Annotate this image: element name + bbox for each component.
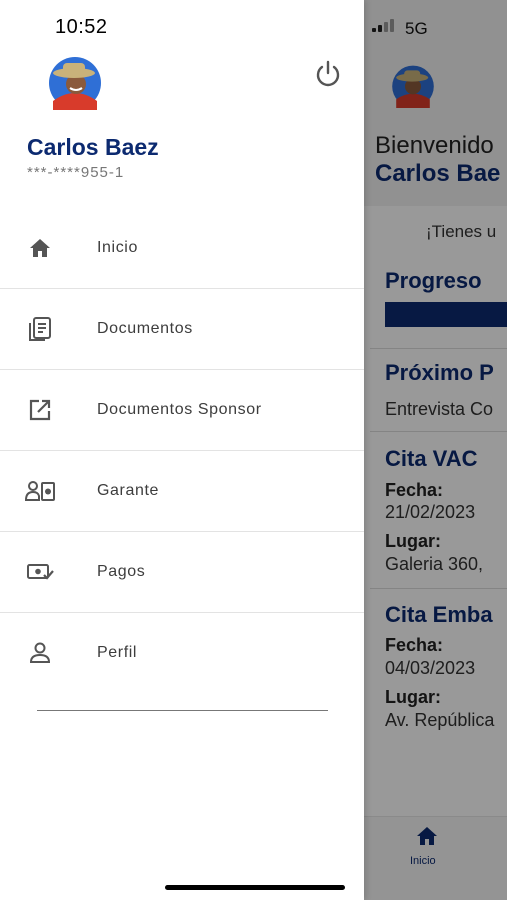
guarantor-icon [24,475,56,507]
home-icon [24,232,56,264]
menu-item-label: Inicio [97,239,138,256]
open-external-icon [24,394,56,426]
drawer-menu: Inicio Documentos Documentos Sponsor Gar… [0,208,364,693]
menu-item-label: Documentos Sponsor [97,401,262,418]
menu-item-label: Garante [97,482,160,499]
avatar-icon[interactable] [44,55,106,110]
menu-item-garante[interactable]: Garante [0,451,364,532]
profile-icon [24,637,56,669]
status-time: 10:52 [55,16,108,38]
payments-icon [24,556,56,588]
drawer-divider [37,710,328,711]
menu-item-documentos[interactable]: Documentos [0,289,364,370]
user-id: ***-****955-1 [27,164,125,181]
menu-item-label: Perfil [97,644,138,661]
power-icon[interactable] [312,58,344,90]
user-name: Carlos Baez [27,134,159,160]
menu-item-inicio[interactable]: Inicio [0,208,364,289]
side-drawer: 10:52 Carlos Baez ***-****955-1 Inicio D… [0,0,364,900]
menu-item-perfil[interactable]: Perfil [0,613,364,693]
documents-icon [24,313,56,345]
home-indicator [165,885,345,890]
menu-item-pagos[interactable]: Pagos [0,532,364,613]
menu-item-label: Documentos [97,320,193,337]
menu-item-label: Pagos [97,563,146,580]
menu-item-documentos-sponsor[interactable]: Documentos Sponsor [0,370,364,451]
